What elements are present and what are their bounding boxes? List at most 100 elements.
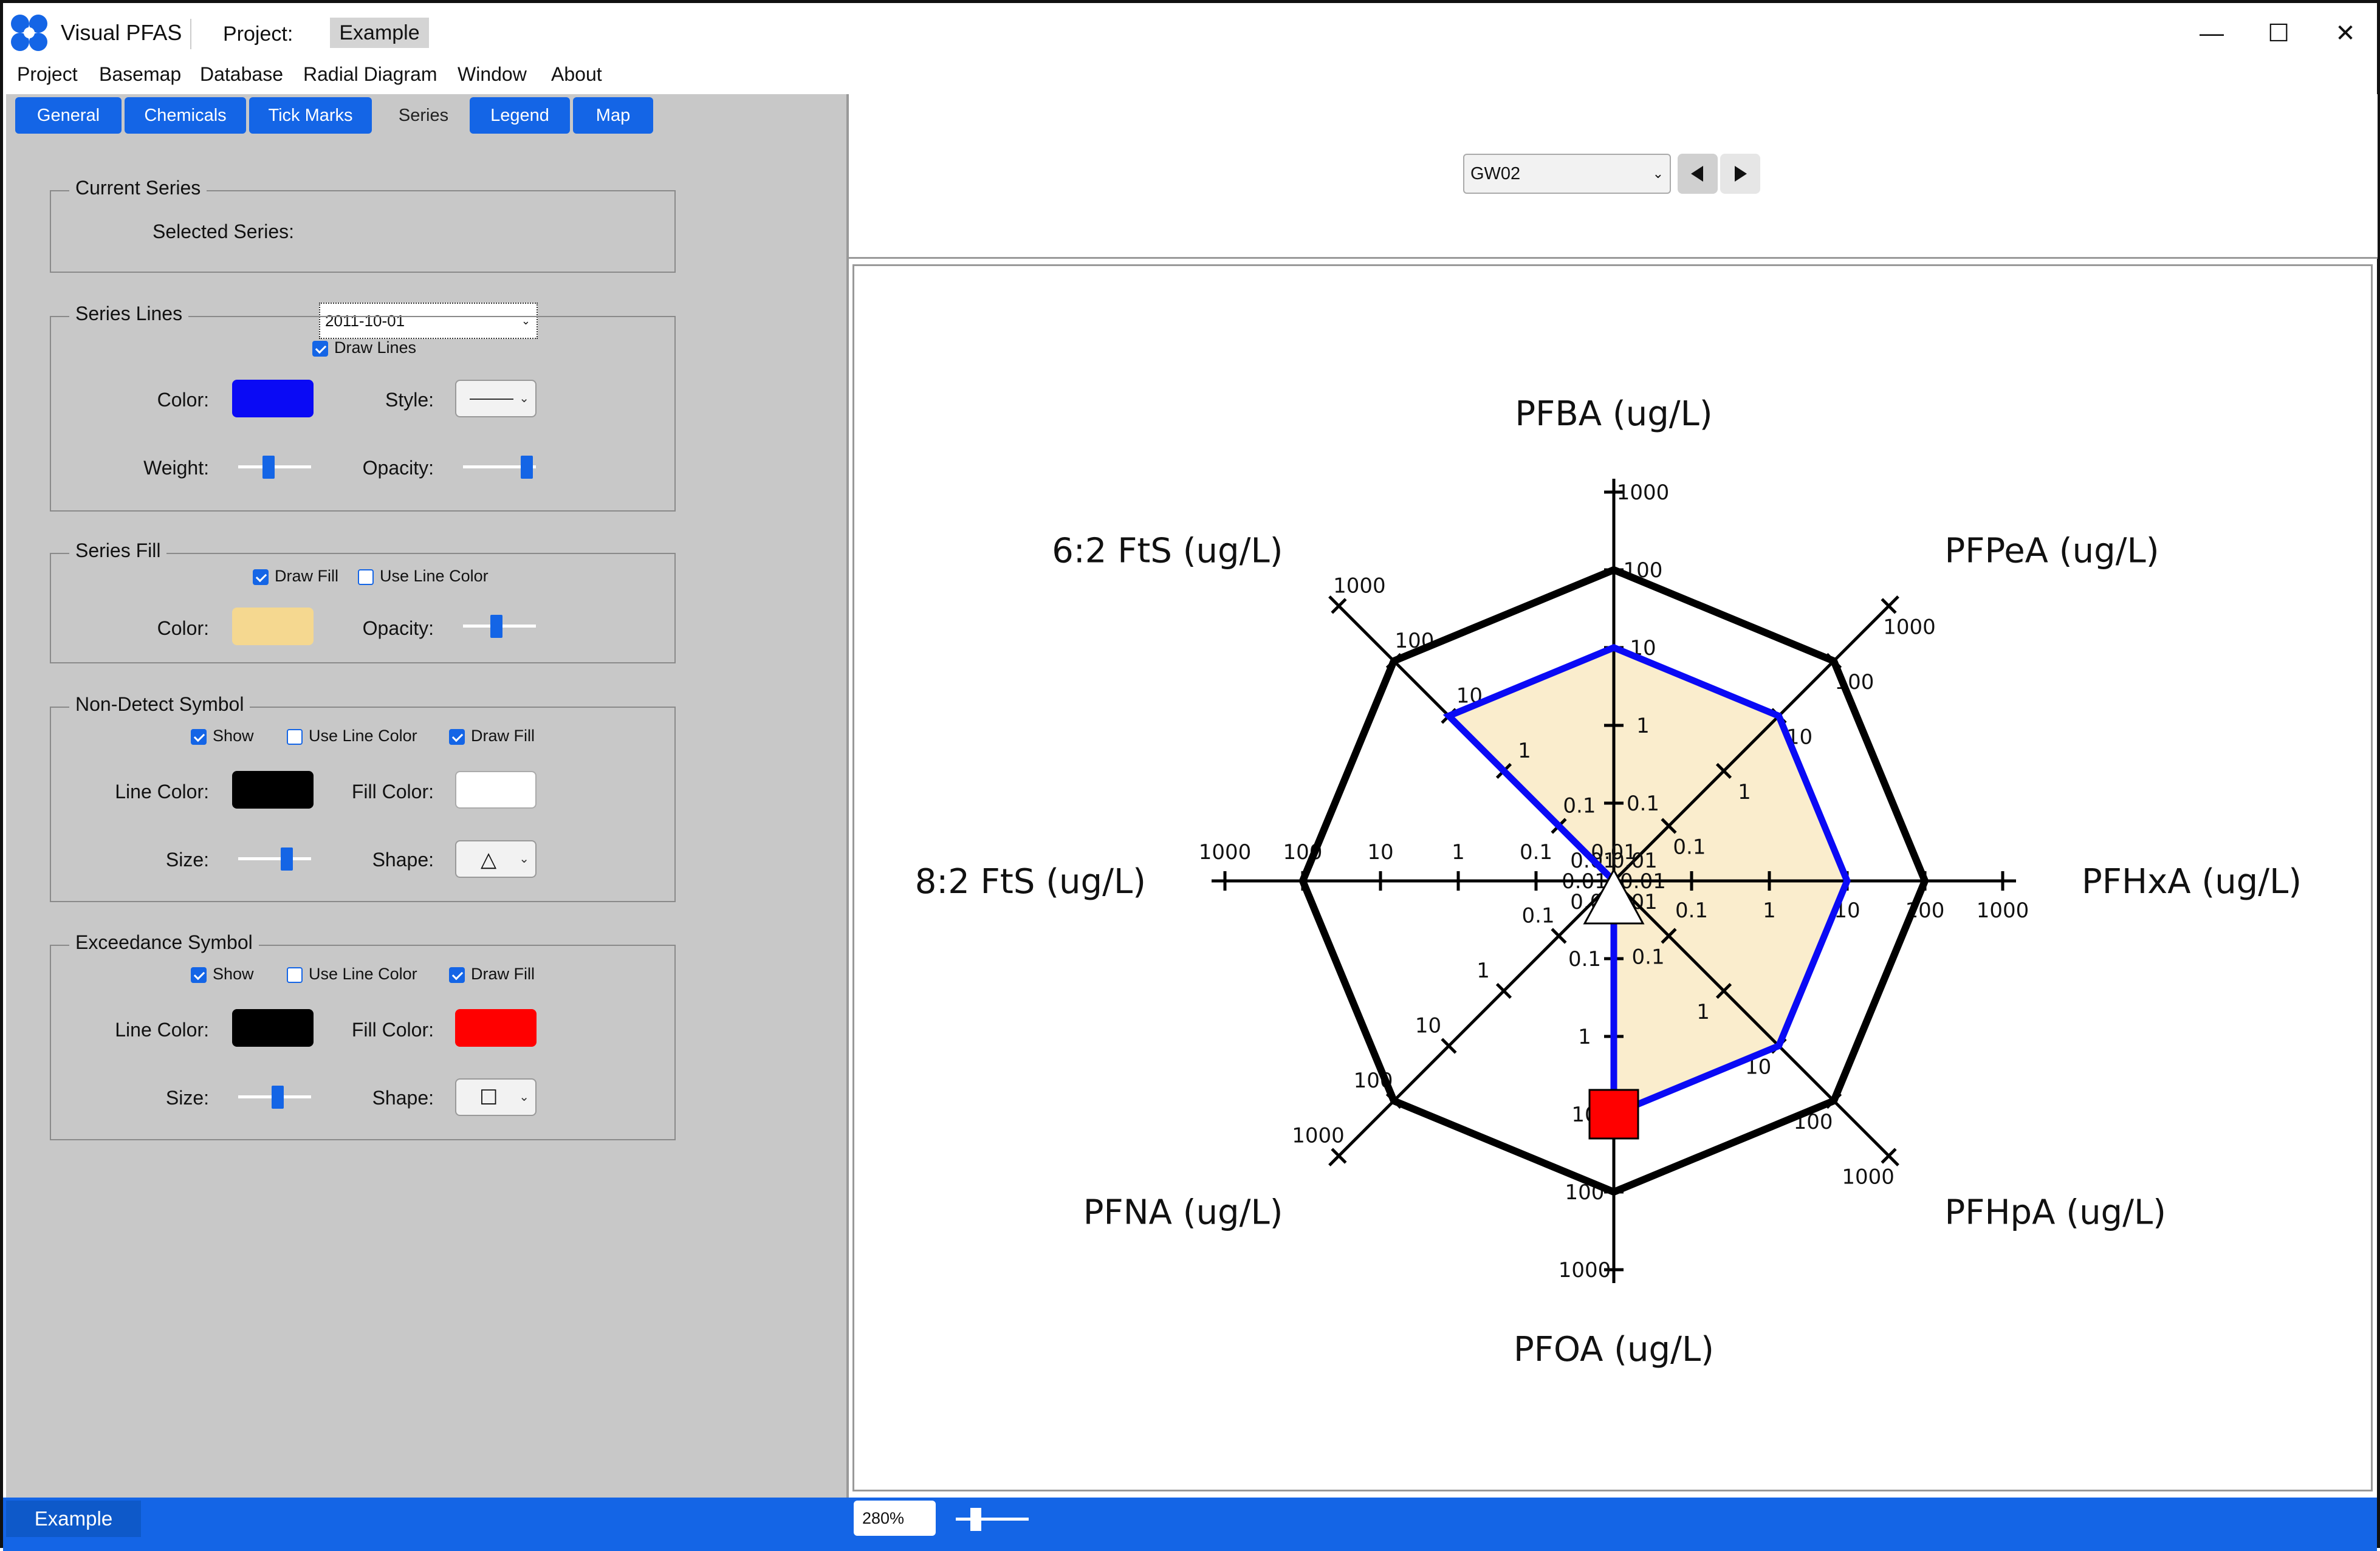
menu-radial-diagram[interactable]: Radial Diagram bbox=[303, 63, 437, 86]
tab-general[interactable]: General bbox=[15, 97, 122, 134]
panel-splitter[interactable] bbox=[846, 94, 849, 1498]
non-detect-group: Non-Detect Symbol Show Use Line Color Dr… bbox=[50, 693, 676, 902]
tick-label: 1 bbox=[1696, 1000, 1710, 1024]
location-dropdown[interactable]: GW02 ⌄ bbox=[1463, 154, 1671, 194]
checkbox-checked-icon bbox=[253, 569, 269, 585]
draw-lines-label: Draw Lines bbox=[334, 338, 417, 357]
non-detect-draw-fill-checkbox[interactable]: Draw Fill bbox=[449, 726, 535, 745]
tick-label: 0.1 bbox=[1675, 899, 1708, 923]
next-location-button[interactable] bbox=[1720, 154, 1760, 194]
exceedance-group: Exceedance Symbol Show Use Line Color Dr… bbox=[50, 931, 676, 1140]
triangle-left-icon bbox=[1691, 166, 1703, 182]
draw-lines-checkbox[interactable]: Draw Lines bbox=[312, 338, 416, 357]
ex-size-slider[interactable] bbox=[238, 1078, 311, 1115]
tab-tick-marks[interactable]: Tick Marks bbox=[249, 97, 372, 134]
draw-fill-checkbox[interactable]: Draw Fill bbox=[253, 566, 338, 586]
ex-fill-color-swatch[interactable] bbox=[455, 1009, 537, 1047]
minimize-button[interactable]: — bbox=[2190, 15, 2233, 52]
ex-fill-color-label: Fill Color: bbox=[351, 1019, 434, 1041]
line-weight-label: Weight: bbox=[143, 457, 209, 479]
nd-shape-dropdown[interactable]: △ ⌄ bbox=[455, 840, 537, 878]
zoom-level-field[interactable]: 280% bbox=[854, 1501, 936, 1536]
tab-legend[interactable]: Legend bbox=[470, 97, 570, 134]
tick-label: 1000 bbox=[1977, 899, 2029, 923]
menu-project[interactable]: Project bbox=[17, 63, 78, 86]
menu-window[interactable]: Window bbox=[458, 63, 527, 86]
tab-chemicals[interactable]: Chemicals bbox=[125, 97, 246, 134]
ex-shape-label: Shape: bbox=[372, 1087, 434, 1109]
axis-title: PFPeA (ug/L) bbox=[1944, 532, 2159, 571]
non-detect-use-line-color-checkbox[interactable]: Use Line Color bbox=[287, 726, 417, 745]
show-label: Show bbox=[213, 965, 254, 983]
tick-label: 1000 bbox=[1842, 1165, 1895, 1189]
checkbox-checked-icon bbox=[449, 728, 465, 745]
menu-about[interactable]: About bbox=[551, 63, 602, 86]
axis-title: 8:2 FtS (ug/L) bbox=[915, 862, 1146, 902]
ex-size-label: Size: bbox=[165, 1087, 209, 1109]
menu-basemap[interactable]: Basemap bbox=[99, 63, 181, 86]
tick-label: 0.1 bbox=[1568, 947, 1601, 971]
line-style-dropdown[interactable]: ⌄ bbox=[455, 380, 537, 417]
ex-shape-dropdown[interactable]: ☐ ⌄ bbox=[455, 1078, 537, 1116]
current-series-title: Current Series bbox=[69, 177, 207, 199]
chevron-down-icon: ⌄ bbox=[519, 1090, 529, 1104]
series-lines-group: Series Lines Draw Lines Color: Style: ⌄ … bbox=[50, 303, 676, 512]
nd-fill-color-label: Fill Color: bbox=[351, 781, 434, 803]
tab-map[interactable]: Map bbox=[573, 97, 653, 134]
nd-size-label: Size: bbox=[165, 849, 209, 871]
axis-title: PFHxA (ug/L) bbox=[2082, 862, 2302, 902]
show-label: Show bbox=[213, 727, 254, 745]
previous-location-button[interactable] bbox=[1678, 154, 1718, 194]
menu-bar: Project Basemap Database Radial Diagram … bbox=[3, 61, 2377, 92]
fill-color-swatch[interactable] bbox=[232, 608, 314, 645]
tab-series[interactable]: Series bbox=[375, 97, 472, 134]
axis-title: PFHpA (ug/L) bbox=[1944, 1193, 2166, 1232]
fill-opacity-slider[interactable] bbox=[463, 608, 536, 644]
nd-size-slider[interactable] bbox=[238, 840, 311, 877]
line-opacity-slider[interactable] bbox=[463, 448, 536, 485]
tick-label: 0.1 bbox=[1563, 794, 1596, 818]
line-color-swatch[interactable] bbox=[232, 380, 314, 417]
fill-use-line-color-checkbox[interactable]: Use Line Color bbox=[358, 566, 489, 586]
app-logo-icon bbox=[11, 15, 47, 51]
tick-label: 1 bbox=[1452, 840, 1465, 865]
triangle-right-icon bbox=[1735, 166, 1747, 182]
axis-title: PFNA (ug/L) bbox=[1083, 1193, 1283, 1232]
status-project-tab[interactable]: Example bbox=[6, 1501, 141, 1537]
tick-label: 1000 bbox=[1292, 1124, 1345, 1148]
tick-label: 1000 bbox=[1333, 574, 1386, 598]
line-style-preview bbox=[470, 399, 513, 400]
tick-label: 0.01 bbox=[1611, 849, 1658, 873]
series-lines-title: Series Lines bbox=[69, 303, 189, 325]
nd-fill-color-swatch[interactable] bbox=[455, 771, 537, 809]
use-line-color-label: Use Line Color bbox=[309, 965, 417, 983]
use-line-color-label: Use Line Color bbox=[380, 567, 489, 585]
app-window: Visual PFAS Project: Example — ☐ ✕ Proje… bbox=[0, 0, 2380, 1551]
menu-database[interactable]: Database bbox=[200, 63, 283, 86]
nd-line-color-label: Line Color: bbox=[115, 781, 209, 803]
title-separator bbox=[190, 19, 191, 49]
location-value: GW02 bbox=[1470, 164, 1521, 183]
maximize-button[interactable]: ☐ bbox=[2257, 15, 2300, 52]
tick-label: 0.1 bbox=[1520, 840, 1552, 865]
project-name[interactable]: Example bbox=[330, 18, 429, 48]
tick-label: 1 bbox=[1476, 959, 1490, 983]
close-button[interactable]: ✕ bbox=[2324, 15, 2367, 52]
checkbox-unchecked-icon bbox=[287, 967, 303, 983]
tick-label: 1 bbox=[1518, 739, 1531, 763]
radial-diagram-canvas[interactable]: 0.010.11101001000PFBA (ug/L)0.010.111010… bbox=[852, 264, 2373, 1491]
chevron-down-icon: ⌄ bbox=[519, 392, 529, 405]
exceedance-show-checkbox[interactable]: Show bbox=[191, 964, 254, 984]
triangle-icon: △ bbox=[481, 848, 497, 871]
current-series-group: Current Series Selected Series: bbox=[50, 177, 676, 273]
non-detect-show-checkbox[interactable]: Show bbox=[191, 726, 254, 745]
tick-label: 0.1 bbox=[1673, 835, 1706, 859]
draw-fill-label: Draw Fill bbox=[471, 965, 535, 983]
zoom-slider[interactable] bbox=[956, 1501, 1029, 1537]
exceedance-draw-fill-checkbox[interactable]: Draw Fill bbox=[449, 964, 535, 984]
radial-diagram: 0.010.11101001000PFBA (ug/L)0.010.111010… bbox=[915, 394, 2302, 1369]
line-weight-slider[interactable] bbox=[238, 448, 311, 485]
checkbox-checked-icon bbox=[312, 340, 328, 357]
exceedance-use-line-color-checkbox[interactable]: Use Line Color bbox=[287, 964, 417, 984]
status-bar bbox=[3, 1498, 2377, 1551]
